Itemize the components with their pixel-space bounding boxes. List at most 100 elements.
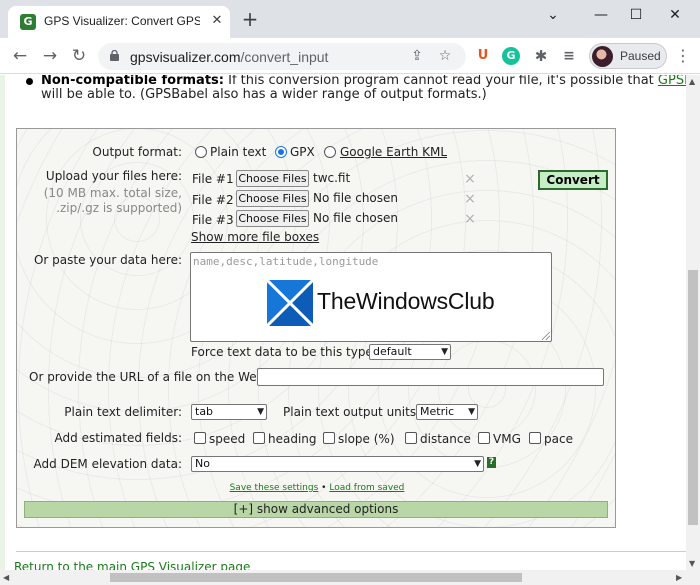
return-main-link[interactable]: Return to the main GPS Visualizer page <box>14 560 250 570</box>
address-bar[interactable]: gpsvisualizer.com/convert_input ⇪ ☆ <box>98 43 466 70</box>
file-2-label: File #2 <box>192 193 234 207</box>
forward-icon[interactable]: → <box>39 45 61 67</box>
maximize-icon[interactable]: ☐ <box>621 4 651 26</box>
delimiter-label: Plain text delimiter: <box>64 405 182 419</box>
vertical-scrollbar[interactable]: ▲ ▼ <box>686 75 700 570</box>
watermark-text: TheWindowsClub <box>317 288 495 314</box>
checkbox-speed-label[interactable]: speed <box>209 432 245 446</box>
browser-tab[interactable]: G GPS Visualizer: Convert GPS files ✕ <box>8 6 230 38</box>
radio-plain-text-label[interactable]: Plain text <box>210 145 266 159</box>
file-3-status: No file chosen <box>313 211 399 225</box>
units-value: Metric <box>420 405 455 418</box>
advanced-options-toggle[interactable]: [+] show advanced options <box>24 501 608 518</box>
force-type-select[interactable]: default ▼ <box>369 344 451 360</box>
force-type-label: Force text data to be this type: <box>191 345 377 359</box>
checkbox-heading[interactable] <box>253 432 265 444</box>
checkbox-distance[interactable] <box>405 432 417 444</box>
radio-gpx-label[interactable]: GPX <box>290 145 315 159</box>
load-saved-link[interactable]: Load from saved <box>329 483 404 493</box>
file-1-label: File #1 <box>192 172 234 186</box>
dem-select[interactable]: No ▼ <box>191 456 484 472</box>
checkbox-pace[interactable] <box>529 432 541 444</box>
new-tab-icon[interactable]: + <box>240 9 260 30</box>
left-decor-bar <box>0 75 5 570</box>
radio-gpx[interactable] <box>275 146 287 158</box>
scroll-right-icon[interactable]: ▶ <box>676 573 682 582</box>
horizontal-scroll-thumb[interactable] <box>110 573 522 582</box>
estimated-fields-label: Add estimated fields: <box>54 431 182 445</box>
save-settings-link[interactable]: Save these settings <box>230 483 319 493</box>
links-separator: • <box>321 483 327 493</box>
vertical-scroll-thumb[interactable] <box>688 270 698 525</box>
grammarly-icon[interactable]: G <box>502 47 520 65</box>
scroll-left-icon[interactable]: ◀ <box>3 573 9 582</box>
share-icon[interactable]: ⇪ <box>408 47 426 65</box>
checkbox-vmg[interactable] <box>478 432 490 444</box>
horizontal-scrollbar[interactable]: ◀ ▶ <box>0 570 700 585</box>
clear-file-1-icon[interactable]: × <box>464 172 476 186</box>
page-viewport: Non-compatible formats: If this conversi… <box>0 75 686 570</box>
title-bar: G GPS Visualizer: Convert GPS files ✕ + … <box>0 0 700 38</box>
resize-grip-icon[interactable] <box>542 332 550 340</box>
checkbox-slope[interactable] <box>323 432 335 444</box>
divider <box>16 551 686 552</box>
chevron-down-icon: ▼ <box>474 459 481 469</box>
units-select[interactable]: Metric ▼ <box>416 404 478 420</box>
media-queue-icon[interactable]: ≡ <box>560 47 578 65</box>
chevron-down-icon: ▼ <box>468 407 475 417</box>
upload-label: Upload your files here: <box>45 169 182 183</box>
checkbox-distance-label[interactable]: distance <box>420 432 471 446</box>
delimiter-value: tab <box>195 405 214 418</box>
radio-kml[interactable] <box>324 146 336 158</box>
back-icon[interactable]: ← <box>9 45 31 67</box>
checkbox-heading-label[interactable]: heading <box>268 432 317 446</box>
profile-button[interactable]: Paused <box>589 43 667 69</box>
bullet-icon <box>26 78 33 85</box>
paste-data-textarea[interactable]: name,desc,latitude,longitude TheWindowsC… <box>190 252 552 342</box>
dem-value: No <box>195 457 210 470</box>
choose-files-3-button[interactable]: Choose Files <box>236 210 309 227</box>
scroll-up-icon[interactable]: ▲ <box>689 77 695 86</box>
extensions-puzzle-icon[interactable]: ✱ <box>532 47 550 65</box>
chevron-down-icon: ▼ <box>257 407 264 417</box>
file-url-input[interactable] <box>257 368 604 386</box>
file-2-status: No file chosen <box>313 191 399 205</box>
avatar <box>592 46 613 67</box>
convert-form-panel: Output format: Plain text GPX Google Ear… <box>16 128 616 528</box>
clear-file-3-icon[interactable]: × <box>464 212 476 226</box>
google-earth-kml-link[interactable]: Google Earth KML <box>340 145 447 159</box>
scroll-down-icon[interactable]: ▼ <box>689 559 695 568</box>
thewindowsclub-watermark: TheWindowsClub <box>265 278 527 328</box>
convert-button[interactable]: Convert <box>538 170 608 190</box>
show-more-file-boxes-link[interactable]: Show more file boxes <box>191 230 319 244</box>
close-tab-icon[interactable]: ✕ <box>208 12 226 30</box>
checkbox-slope-label[interactable]: slope (%) <box>338 432 395 446</box>
settings-links: Save these settings • Load from saved <box>17 483 617 493</box>
file-1-status: twc.fit <box>313 171 351 185</box>
tab-search-chevron-icon[interactable]: ⌄ <box>538 4 568 26</box>
help-icon[interactable]: ? <box>487 457 496 468</box>
clear-file-2-icon[interactable]: × <box>464 192 476 206</box>
checkbox-pace-label[interactable]: pace <box>544 432 573 446</box>
choose-files-2-button[interactable]: Choose Files <box>236 190 309 207</box>
url-text: gpsvisualizer.com/convert_input <box>130 49 329 65</box>
force-type-value: default <box>373 345 412 358</box>
checkbox-speed[interactable] <box>194 432 206 444</box>
gpsbabel-link[interactable]: GPSBabel <box>658 75 686 88</box>
reload-icon[interactable]: ↻ <box>68 45 90 67</box>
extension-u-icon[interactable]: U <box>474 47 492 65</box>
delimiter-select[interactable]: tab ▼ <box>191 404 267 420</box>
close-window-icon[interactable]: ✕ <box>660 4 690 26</box>
bookmark-star-icon[interactable]: ☆ <box>436 47 454 65</box>
site-favicon-icon: G <box>20 14 36 30</box>
checkbox-vmg-label[interactable]: VMG <box>493 432 521 446</box>
choose-files-1-button[interactable]: Choose Files <box>236 170 309 187</box>
minimize-icon[interactable]: — <box>586 4 616 26</box>
radio-plain-text[interactable] <box>195 146 207 158</box>
upload-format-note: .zip/.gz is supported) <box>56 201 182 215</box>
tab-title: GPS Visualizer: Convert GPS files <box>44 14 200 28</box>
output-format-label: Output format: <box>92 145 182 159</box>
lock-icon <box>110 50 119 61</box>
browser-menu-icon[interactable]: ⋮ <box>675 46 691 66</box>
paste-label: Or paste your data here: <box>33 253 182 267</box>
